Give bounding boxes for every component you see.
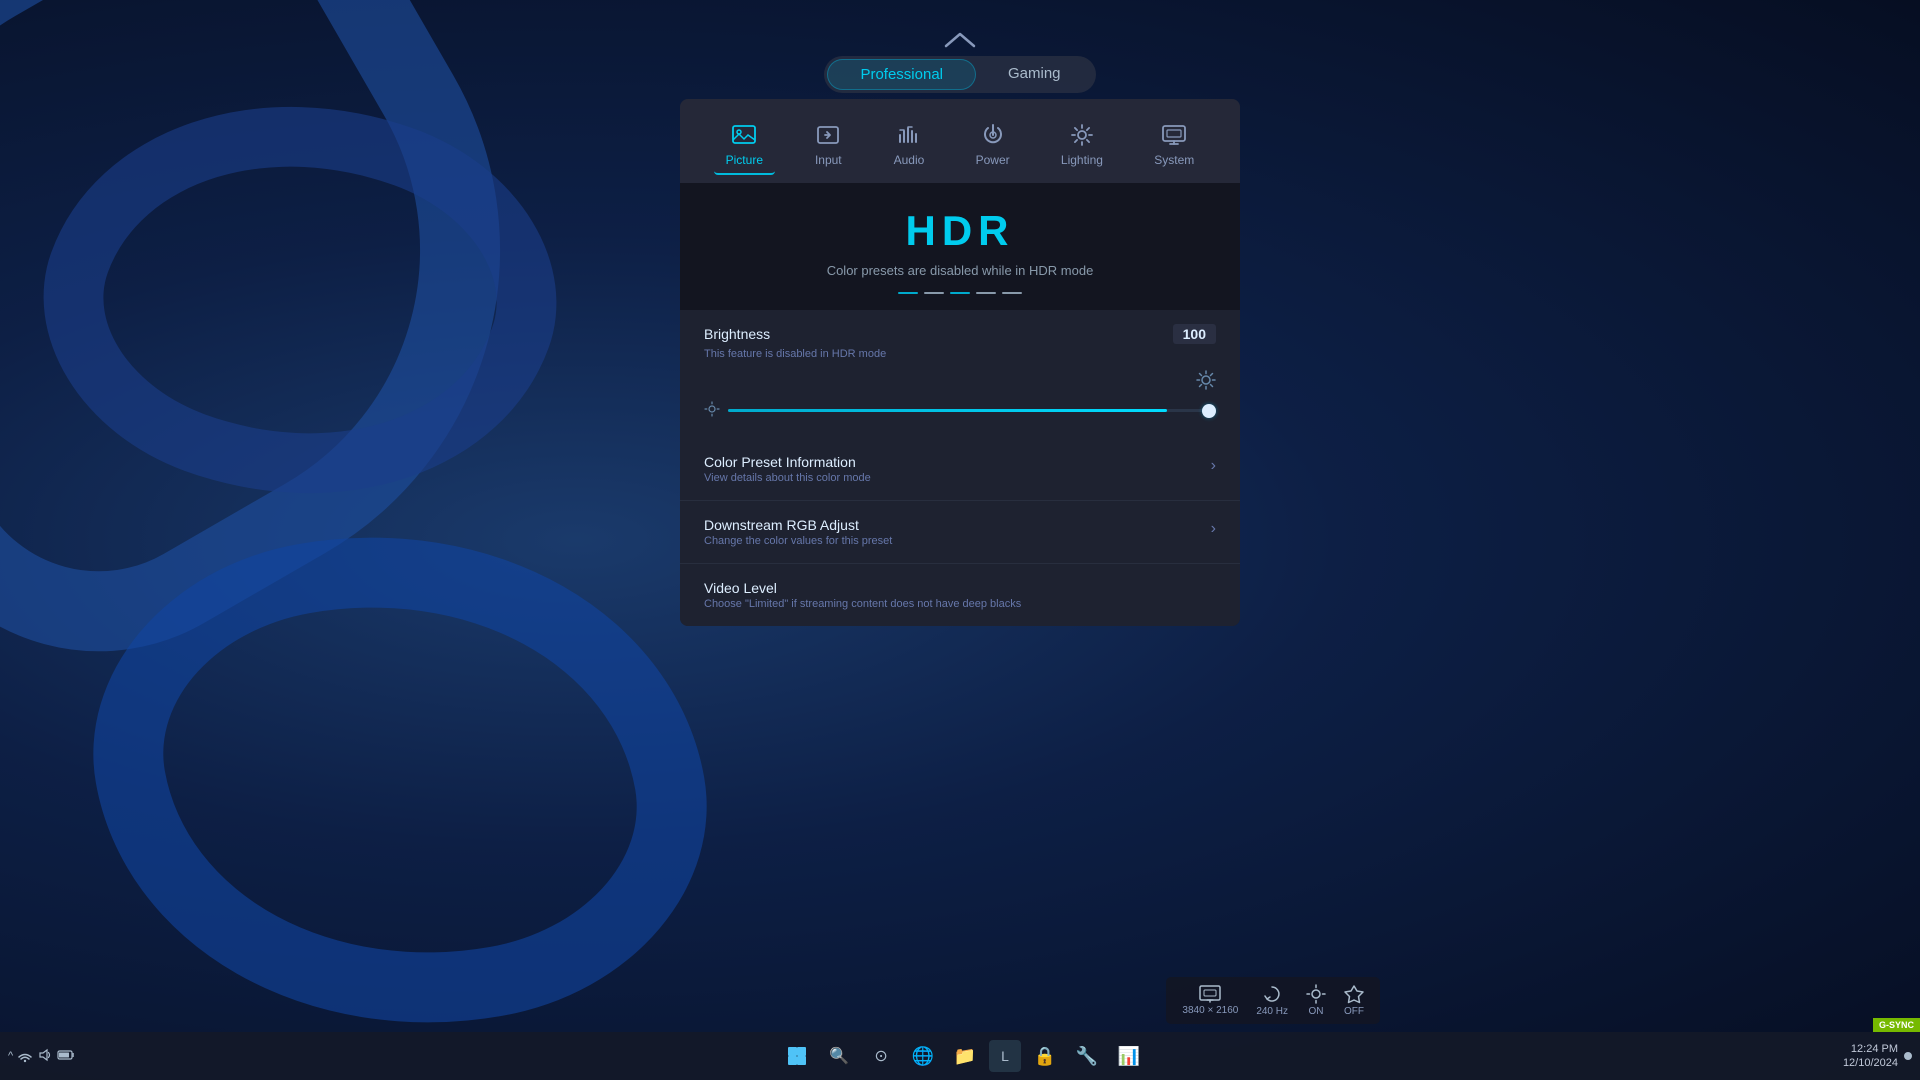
lighting-icon	[1068, 121, 1096, 149]
nav-lighting-label: Lighting	[1061, 153, 1103, 167]
hdr-dot-2	[924, 292, 944, 294]
taskbar-battery-icon[interactable]	[57, 1048, 75, 1065]
hdr-dot-1	[898, 292, 918, 294]
hdr-banner: HDR Color presets are disabled while in …	[680, 183, 1240, 310]
nav-system-label: System	[1154, 153, 1194, 167]
taskbar-volume-icon[interactable]	[37, 1047, 53, 1066]
hdr-subtitle: Color presets are disabled while in HDR …	[700, 263, 1220, 278]
color-preset-subtitle: View details about this color mode	[704, 472, 871, 484]
taskbar-search[interactable]: 🔍	[821, 1038, 857, 1074]
audio-icon	[895, 121, 923, 149]
osd-nav-bar: Picture Input	[680, 99, 1240, 183]
nav-audio-label: Audio	[894, 153, 925, 167]
nav-input-label: Input	[815, 153, 842, 167]
brightness-sun-small-icon	[704, 401, 720, 420]
taskbar-app3[interactable]: 🔧	[1069, 1038, 1105, 1074]
taskbar-app2[interactable]: 🔒	[1027, 1038, 1063, 1074]
taskbar-edge-browser[interactable]: 🌐	[905, 1038, 941, 1074]
color-preset-title: Color Preset Information	[704, 454, 871, 470]
taskbar-network-icon[interactable]	[17, 1047, 33, 1066]
system-icon	[1160, 121, 1188, 149]
brightness-slider-thumb[interactable]	[1202, 404, 1216, 418]
brightness-section: Brightness 100 This feature is disabled …	[680, 310, 1240, 438]
taskbar-file-explorer[interactable]: 📁	[947, 1038, 983, 1074]
taskbar-task-view[interactable]: ⊙	[863, 1038, 899, 1074]
osd-chevron-up[interactable]	[680, 30, 1240, 50]
taskbar-app-icons: 🔍 ⊙ 🌐 📁 L 🔒 🔧 📊	[83, 1038, 1843, 1074]
color-preset-arrow-icon: ›	[1211, 458, 1216, 474]
brightness-disabled-note: This feature is disabled in HDR mode	[704, 348, 1216, 360]
hdr-title: HDR	[700, 207, 1220, 255]
nav-lighting[interactable]: Lighting	[1049, 115, 1115, 175]
taskbar-app1[interactable]: L	[989, 1040, 1021, 1072]
downstream-rgb-subtitle: Change the color values for this preset	[704, 535, 892, 547]
downstream-rgb-section[interactable]: Downstream RGB Adjust Change the color v…	[680, 501, 1240, 564]
power-icon	[979, 121, 1007, 149]
hdr-off-value: OFF	[1344, 1006, 1364, 1017]
brightness-value: 100	[1173, 324, 1216, 344]
input-icon	[814, 121, 842, 149]
video-level-header: Video Level Choose "Limited" if streamin…	[704, 580, 1216, 610]
taskbar-clock[interactable]: 12:24 PM 12/10/2024	[1843, 1042, 1898, 1071]
color-preset-section[interactable]: Color Preset Information View details ab…	[680, 438, 1240, 501]
tab-gaming[interactable]: Gaming	[976, 59, 1093, 90]
taskbar-show-hidden-icons[interactable]: ^	[8, 1050, 13, 1062]
taskbar: ^	[0, 1032, 1920, 1080]
nav-audio[interactable]: Audio	[882, 115, 937, 175]
brightness-label: Brightness	[704, 326, 770, 342]
brightness-slider-fill	[728, 409, 1167, 412]
hdr-on-value: ON	[1309, 1006, 1324, 1017]
downstream-rgb-title: Downstream RGB Adjust	[704, 517, 892, 533]
mode-tabs: Professional Gaming	[824, 56, 1095, 93]
taskbar-system-tray-left: ^	[8, 1047, 75, 1066]
nav-picture-label: Picture	[726, 153, 763, 167]
nav-input[interactable]: Input	[802, 115, 854, 175]
status-refresh: 240 Hz	[1256, 984, 1288, 1017]
refresh-value: 240 Hz	[1256, 1006, 1288, 1017]
video-level-subtitle: Choose "Limited" if streaming content do…	[704, 598, 1021, 610]
brightness-slider-container[interactable]	[704, 401, 1216, 420]
status-hdr-on: ON	[1306, 984, 1326, 1017]
hdr-dot-3	[950, 292, 970, 294]
downstream-rgb-arrow-icon: ›	[1211, 521, 1216, 537]
taskbar-app4[interactable]: 📊	[1111, 1038, 1147, 1074]
nav-power[interactable]: Power	[964, 115, 1022, 175]
brightness-sun-large-icon	[1196, 370, 1216, 395]
hdr-dot-5	[1002, 292, 1022, 294]
color-preset-text: Color Preset Information View details ab…	[704, 454, 871, 484]
status-resolution: 3840 × 2160	[1182, 985, 1238, 1016]
picture-icon	[730, 121, 758, 149]
nav-picture[interactable]: Picture	[714, 115, 775, 175]
notification-dot	[1904, 1052, 1912, 1060]
nvidia-badge: G-SYNC	[1873, 1018, 1920, 1032]
video-level-title: Video Level	[704, 580, 1021, 596]
hdr-dot-4	[976, 292, 996, 294]
monitor-osd: Professional Gaming Picture	[680, 30, 1240, 626]
downstream-rgb-text: Downstream RGB Adjust Change the color v…	[704, 517, 892, 547]
resolution-value: 3840 × 2160	[1182, 1005, 1238, 1016]
downstream-rgb-header: Downstream RGB Adjust Change the color v…	[704, 517, 1216, 547]
brightness-slider-track[interactable]	[728, 409, 1216, 412]
taskbar-windows-start[interactable]	[779, 1038, 815, 1074]
status-hdr-off: OFF	[1344, 984, 1364, 1017]
video-level-text: Video Level Choose "Limited" if streamin…	[704, 580, 1021, 610]
video-level-section[interactable]: Video Level Choose "Limited" if streamin…	[680, 564, 1240, 626]
nav-system[interactable]: System	[1142, 115, 1206, 175]
nav-power-label: Power	[976, 153, 1010, 167]
tab-professional[interactable]: Professional	[827, 59, 976, 90]
hdr-dots	[700, 292, 1220, 294]
brightness-slider-top-row	[704, 370, 1216, 395]
color-preset-header: Color Preset Information View details ab…	[704, 454, 1216, 484]
osd-content-area: Brightness 100 This feature is disabled …	[680, 310, 1240, 626]
osd-main-panel: Picture Input	[680, 99, 1240, 626]
